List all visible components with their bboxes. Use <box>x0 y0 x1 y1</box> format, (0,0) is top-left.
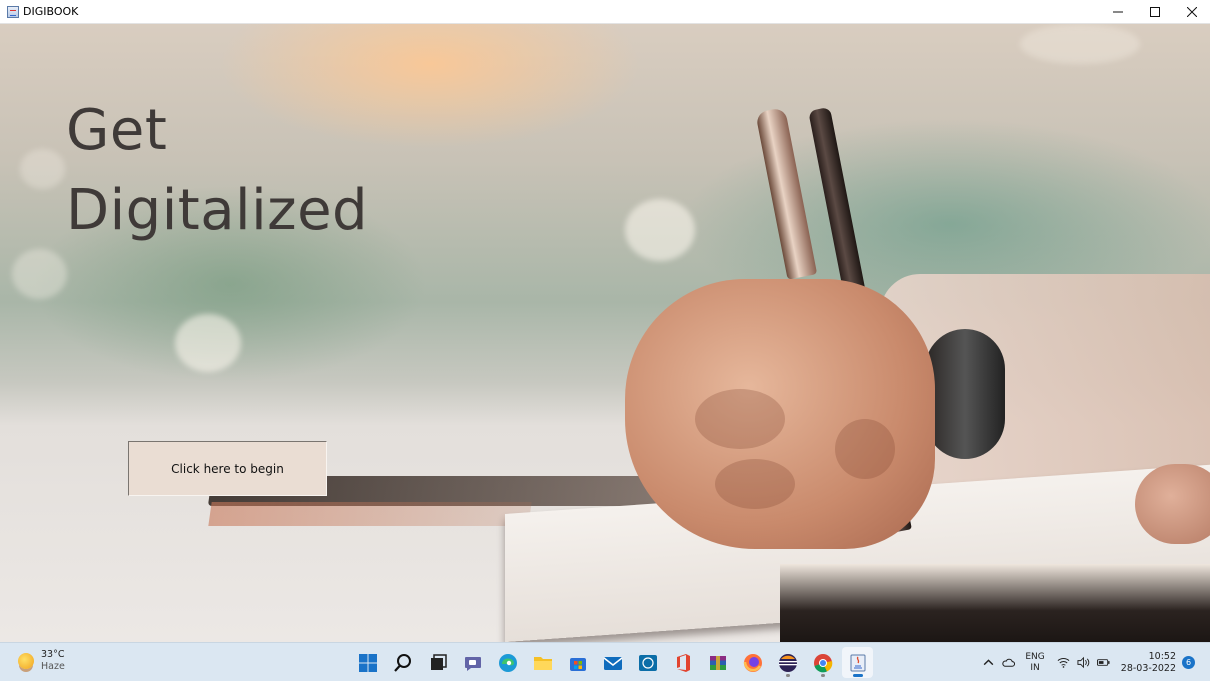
maximize-icon <box>1149 7 1160 17</box>
volume-button[interactable] <box>1075 654 1093 672</box>
desk-shadow <box>208 502 532 526</box>
watch-shape <box>925 329 1005 459</box>
window-title-bar: DIGIBOOK <box>0 0 1210 24</box>
hero-background-image: Get Digitalized Click here to begin <box>0 24 1210 642</box>
battery-icon <box>1097 659 1110 666</box>
clock[interactable]: 10:52 28-03-2022 <box>1121 651 1176 675</box>
winrar-app[interactable] <box>702 647 733 678</box>
firefox-app[interactable] <box>737 647 768 678</box>
edge-app[interactable] <box>492 647 523 678</box>
chevron-up-icon <box>983 659 994 666</box>
wifi-button[interactable] <box>1055 654 1073 672</box>
sun-haze-icon <box>18 653 34 669</box>
java-app[interactable] <box>842 647 873 678</box>
search-button[interactable] <box>387 647 418 678</box>
store-app[interactable] <box>562 647 593 678</box>
bokeh-light <box>175 314 241 372</box>
chrome-icon <box>813 653 832 672</box>
dell-app[interactable] <box>632 647 663 678</box>
notification-badge[interactable]: 6 <box>1182 656 1195 669</box>
begin-button[interactable]: Click here to begin <box>128 441 327 496</box>
windows-start-icon <box>358 653 377 672</box>
task-view-icon <box>430 653 447 670</box>
knuckle-shape <box>835 419 895 479</box>
taskbar: 33°C Haze ENG IN 10:52 28-03-2022 6 <box>0 642 1210 681</box>
file-explorer-app[interactable] <box>527 647 558 678</box>
java-icon <box>850 654 865 671</box>
window-controls <box>1099 0 1210 24</box>
store-icon <box>569 657 586 671</box>
language-indicator[interactable]: ENG IN <box>1025 652 1044 674</box>
weather-widget[interactable]: 33°C Haze <box>18 649 65 673</box>
weather-temperature: 33°C <box>41 649 65 660</box>
speaker-icon <box>1077 656 1090 669</box>
hand-shape <box>625 279 935 549</box>
knuckle-shape <box>715 459 795 509</box>
dell-icon <box>638 654 657 671</box>
winrar-icon <box>709 655 726 670</box>
language-code: ENG <box>1025 651 1045 662</box>
task-view-button[interactable] <box>422 647 453 678</box>
pen-cap-shape <box>755 107 818 280</box>
close-icon <box>1186 7 1197 17</box>
folder-icon <box>533 656 552 670</box>
knuckle-shape <box>695 389 785 449</box>
search-icon <box>393 653 411 672</box>
minimize-button[interactable] <box>1099 0 1136 24</box>
teams-chat-button[interactable] <box>457 647 488 678</box>
edge-icon <box>498 653 517 672</box>
clock-time: 10:52 <box>1148 650 1176 662</box>
bokeh-light <box>12 249 67 299</box>
taskbar-apps <box>352 647 877 678</box>
office-app[interactable] <box>667 647 698 678</box>
bokeh-light <box>625 199 695 261</box>
onedrive-button[interactable] <box>999 654 1017 672</box>
notebook-edge-shape <box>780 564 1210 642</box>
wifi-icon <box>1057 658 1070 668</box>
maximize-button[interactable] <box>1136 0 1173 24</box>
chrome-app[interactable] <box>807 647 838 678</box>
region-code: IN <box>1030 662 1040 673</box>
window-title: DIGIBOOK <box>23 5 79 18</box>
bokeh-light <box>1020 24 1140 64</box>
weather-text: 33°C Haze <box>41 649 65 673</box>
minimize-icon <box>1112 11 1123 13</box>
office-icon <box>676 653 690 672</box>
java-app-icon <box>7 5 19 18</box>
battery-button[interactable] <box>1095 654 1113 672</box>
chat-icon <box>464 656 481 671</box>
mail-icon <box>603 656 622 670</box>
cloud-icon <box>1002 658 1015 667</box>
firefox-icon <box>743 653 762 672</box>
show-hidden-icons-button[interactable] <box>979 654 997 672</box>
clock-date: 28-03-2022 <box>1120 662 1176 674</box>
system-tray: ENG IN 10:52 28-03-2022 6 <box>979 643 1210 682</box>
weather-condition: Haze <box>41 661 65 672</box>
hand-shape <box>1135 464 1210 544</box>
start-button[interactable] <box>352 647 383 678</box>
close-button[interactable] <box>1173 0 1210 24</box>
eclipse-app[interactable] <box>772 647 803 678</box>
eclipse-icon <box>778 653 797 672</box>
headline-line-1: Get <box>66 98 168 163</box>
mail-app[interactable] <box>597 647 628 678</box>
headline-line-2: Digitalized <box>66 178 369 243</box>
bokeh-light <box>20 149 65 189</box>
